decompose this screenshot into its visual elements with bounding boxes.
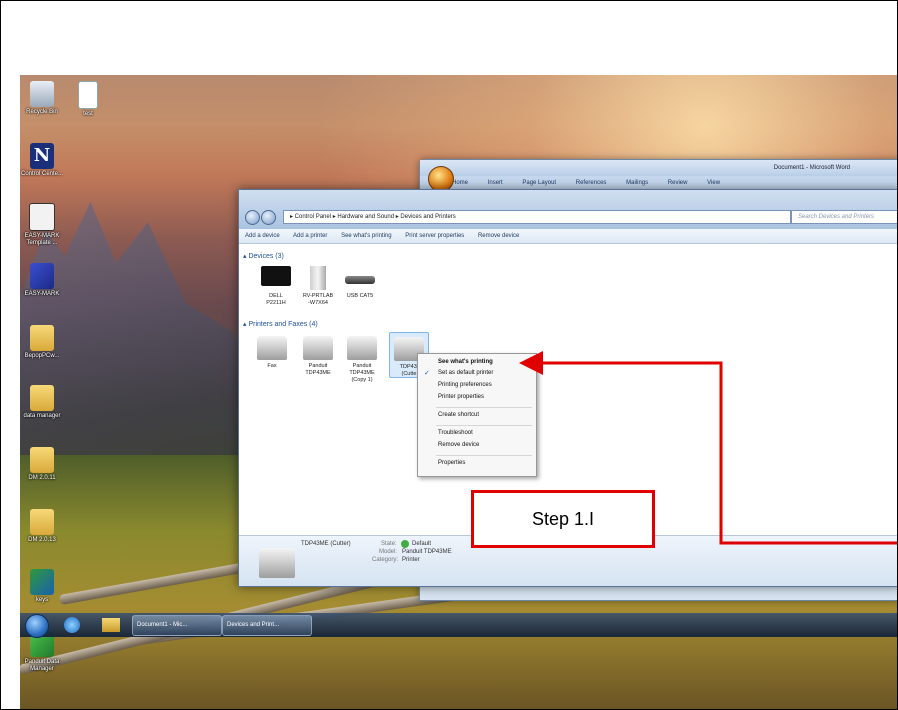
details-category-label: Category: [372,557,399,563]
details-state-label: State: [381,541,397,547]
folder-icon [30,447,54,473]
details-model-label: Model: [379,549,398,555]
menu-separator [436,425,532,426]
desktop-icon-panduit-data-manager[interactable]: Panduit Data Manager [20,631,64,673]
menu-item-properties[interactable]: Properties [438,460,465,466]
desktop-icon-easy-mark-template[interactable]: EASY-MARK Template ... [20,203,64,247]
print-server-properties-button[interactable]: Print server properties [405,233,464,239]
checkmark-icon: ✓ [424,370,430,377]
printer-icon [347,336,377,360]
taskbar-item-devices-and-printers[interactable]: Devices and Print... [222,615,312,636]
forward-button[interactable] [261,210,276,225]
details-state-value: Default [412,541,432,547]
desktop-icon-dm-2-0-13[interactable]: DM 2.0.13 [20,509,64,544]
devices-section-header[interactable]: ▴ Devices (3) [239,252,284,260]
menu-item-troubleshoot[interactable]: Troubleshoot [438,430,473,436]
taskbar-item-word[interactable]: Document1 - Mic... [132,615,222,636]
default-check-icon [401,540,409,548]
word-ribbon-tabs: Home Insert Page Layout References Maili… [420,176,897,190]
easy-mark-icon [30,263,54,289]
desktop-icon-bepoppcw[interactable]: BepopPCw... [20,325,64,360]
remove-device-button[interactable]: Remove device [478,233,519,239]
printer-panduit-tdp43me[interactable]: Panduit TDP43ME [299,336,337,377]
usb-device-icon [345,276,375,284]
tab-mailings[interactable]: Mailings [626,180,648,186]
device-usb-cat5[interactable]: USB CAT5 [341,266,379,300]
taskbar: Document1 - Mic... Devices and Print... [20,613,897,638]
menu-item-create-shortcut[interactable]: Create shortcut [438,412,479,418]
back-button[interactable] [245,210,260,225]
add-printer-button[interactable]: Add a printer [293,233,327,239]
tab-view[interactable]: View [707,180,720,186]
tab-references[interactable]: References [576,180,607,186]
recycle-bin-icon [30,81,54,107]
tab-insert[interactable]: Insert [488,180,503,186]
add-device-button[interactable]: Add a device [245,233,280,239]
fax-icon [257,336,287,360]
breadcrumb: ▸ Control Panel ▸ Hardware and Sound ▸ D… [290,214,456,220]
keys-icon [30,569,54,595]
printer-icon [259,548,295,578]
internet-explorer-icon[interactable] [64,617,80,633]
desktop-icon-dm-2-0-11[interactable]: DM 2.0.11 [20,447,64,482]
desktop-icon-keys[interactable]: keys [20,569,64,604]
tab-page-layout[interactable]: Page Layout [522,180,556,186]
file-explorer-icon[interactable] [102,618,120,632]
monitor-icon [261,266,291,286]
context-menu: See what's printing ✓ Set as default pri… [417,353,537,477]
tab-review[interactable]: Review [668,180,688,186]
printers-section-header[interactable]: ▴ Printers and Faxes (4) [239,320,318,328]
device-monitor[interactable]: DELL P2211H [257,266,295,307]
taskbar-item-label: Devices and Print... [227,622,280,628]
desktop-icon-data-manager[interactable]: data manager [20,385,64,420]
device-computer[interactable]: RV-PRTLAB -W7X64 [299,266,337,307]
step-callout-label: Step 1.I [531,509,595,529]
details-model-value: Panduit TDP43ME [402,549,452,555]
command-bar: Add a device Add a printer See what's pr… [239,229,897,244]
step-callout-box: Step 1.I [471,490,655,548]
explorer-titlebar: ▸ Control Panel ▸ Hardware and Sound ▸ D… [239,190,897,229]
menu-separator [436,455,532,456]
menu-item-printer-properties[interactable]: Printer properties [438,394,484,400]
search-input[interactable]: Search Devices and Printers [791,210,897,224]
menu-separator [436,407,532,408]
printer-fax[interactable]: Fax [253,336,291,370]
printer-icon [303,336,333,360]
screenshot-frame: Recycle Bin test N Control Cente... EASY… [0,0,898,710]
folder-icon [30,509,54,535]
details-category-value: Printer [402,557,420,563]
desktop-icon-easy-mark[interactable]: EASY-MARK [20,263,64,298]
menu-item-set-default-printer[interactable]: Set as default printer [438,370,493,376]
address-bar[interactable]: ▸ Control Panel ▸ Hardware and Sound ▸ D… [283,210,791,224]
folder-icon [30,325,54,351]
taskbar-item-label: Document1 - Mic... [137,622,188,628]
desktop-icon-control-center[interactable]: N Control Cente... [20,143,64,178]
template-icon [29,203,55,231]
menu-item-remove-device[interactable]: Remove device [438,442,479,448]
see-whats-printing-button[interactable]: See what's printing [341,233,392,239]
folder-icon [30,385,54,411]
start-button-icon[interactable] [25,614,49,638]
desktop-icon-test[interactable]: test [66,81,110,118]
document-icon [78,81,98,109]
menu-item-see-whats-printing[interactable]: See what's printing [438,359,493,365]
desktop-icon-recycle-bin[interactable]: Recycle Bin [20,81,64,116]
details-printer-name: TDP43ME (Cutter) [301,541,351,547]
word-title: Document1 - Microsoft Word [420,160,897,176]
computer-tower-icon [310,266,326,290]
control-center-icon: N [30,143,54,169]
menu-item-printing-preferences[interactable]: Printing preferences [438,382,492,388]
printer-panduit-tdp43me-copy1[interactable]: Panduit TDP43ME (Copy 1) [343,336,381,384]
tab-home[interactable]: Home [452,180,468,186]
